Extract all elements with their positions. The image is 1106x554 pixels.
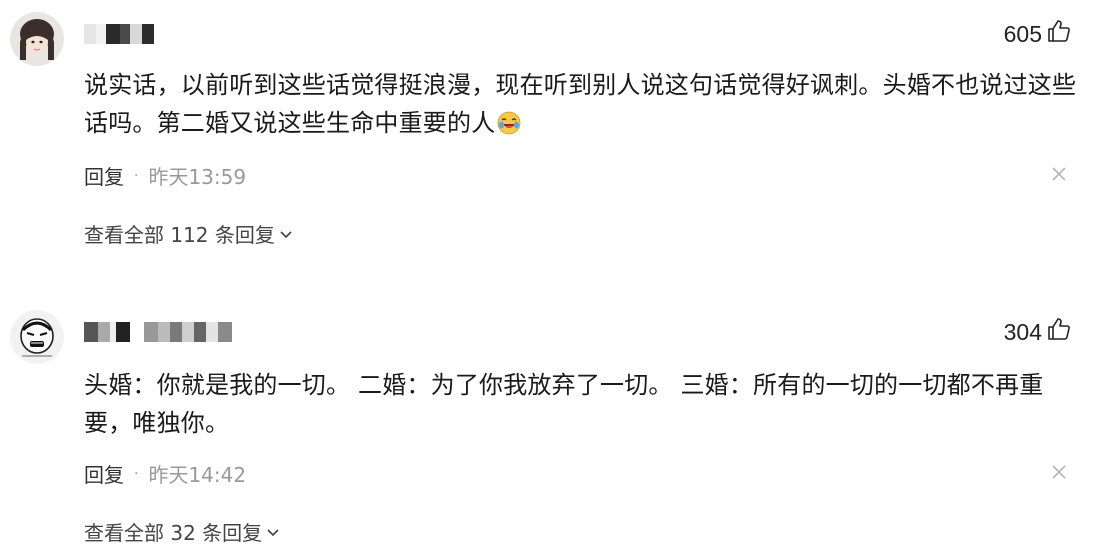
avatar[interactable]: [10, 12, 64, 66]
like-count: 605: [1003, 20, 1042, 47]
chevron-down-icon: [279, 222, 293, 246]
comment-item: 304 头婚：你就是我的一切。 二婚：为了你我放弃了一切。 三婚：所有的一切的一…: [0, 298, 1106, 554]
view-all-replies-button[interactable]: 查看全部 32 条回复: [84, 517, 280, 546]
comment-item: 605 说实话，以前听到这些话觉得挺浪漫，现在听到别人说这句话觉得好讽刺。头婚不…: [0, 0, 1106, 270]
timestamp: 昨天14:42: [148, 463, 247, 487]
chevron-down-icon: [266, 520, 280, 544]
timestamp: 昨天13:59: [148, 165, 247, 189]
thumbs-up-icon: [1046, 316, 1072, 348]
close-icon[interactable]: [1050, 463, 1068, 481]
view-all-replies-label: 查看全部 32 条回复: [84, 521, 263, 545]
comment-list: 605 说实话，以前听到这些话觉得挺浪漫，现在听到别人说这句话觉得好讽刺。头婚不…: [0, 0, 1106, 554]
close-icon[interactable]: [1050, 165, 1068, 183]
comment-meta: 回复 · 昨天13:59: [84, 161, 246, 190]
like-button[interactable]: 304: [1004, 316, 1072, 348]
view-all-replies-button[interactable]: 查看全部 112 条回复: [84, 219, 293, 248]
laughing-crying-emoji-icon: [497, 108, 521, 135]
username-masked[interactable]: [84, 322, 232, 342]
comment-body: 头婚：你就是我的一切。 二婚：为了你我放弃了一切。 三婚：所有的一切的一切都不再…: [84, 371, 1044, 437]
like-count: 304: [1003, 318, 1042, 345]
comment-body: 说实话，以前听到这些话觉得挺浪漫，现在听到别人说这句话觉得好讽刺。头婚不也说过这…: [84, 71, 1077, 137]
thumbs-up-icon: [1046, 18, 1072, 50]
comment-meta: 回复 · 昨天14:42: [84, 459, 246, 488]
separator-dot: ·: [134, 465, 139, 482]
separator-dot: ·: [134, 167, 139, 184]
username-masked[interactable]: [84, 24, 154, 44]
avatar[interactable]: [10, 310, 64, 364]
comment-text: 头婚：你就是我的一切。 二婚：为了你我放弃了一切。 三婚：所有的一切的一切都不再…: [84, 366, 1084, 442]
view-all-replies-label: 查看全部 112 条回复: [84, 223, 275, 247]
reply-button[interactable]: 回复: [84, 161, 124, 190]
reply-button[interactable]: 回复: [84, 459, 124, 488]
comment-text: 说实话，以前听到这些话觉得挺浪漫，现在听到别人说这句话觉得好讽刺。头婚不也说过这…: [84, 66, 1084, 142]
like-button[interactable]: 605: [1004, 18, 1072, 50]
